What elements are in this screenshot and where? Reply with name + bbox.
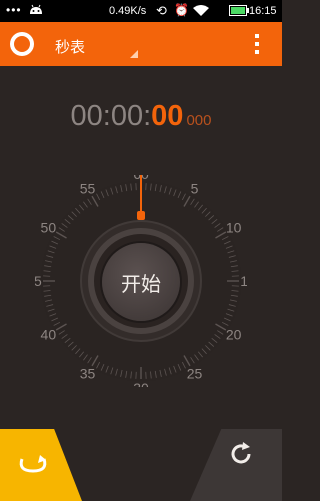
dial-label: 5 [191,180,199,196]
reset-button[interactable] [190,429,282,501]
start-button[interactable]: 开始 [102,243,180,321]
dial-label: 40 [41,327,57,343]
android-icon [30,4,42,14]
timer-centiseconds: 00 [151,100,184,132]
dropdown-indicator-icon[interactable] [130,50,138,58]
lap-icon [19,455,47,473]
battery-icon [229,5,249,16]
sync-icon: ⟲ [156,3,167,18]
timer-milliseconds: 000 [186,112,212,129]
dial-label: 10 [226,220,242,236]
timer-display: 00:00:00 000 [0,100,282,133]
lap-button[interactable] [0,429,82,501]
timer-hms: 00:00: [70,100,152,132]
page-title[interactable]: 秒表 [55,36,85,57]
dial-label: 15 [240,273,247,289]
network-speed: 0.49K/s [109,5,147,17]
overflow-menu-icon[interactable] [255,34,259,54]
dial-label: 25 [187,366,203,382]
app-logo-icon[interactable] [10,32,34,56]
dial-label: 30 [133,380,149,387]
notification-dots: ••• [6,3,22,17]
reset-icon [231,442,251,464]
app-bar: 秒表 [0,22,282,66]
dial-label: 50 [41,220,57,236]
dial-label: 35 [80,366,96,382]
dial-label: 55 [80,180,96,196]
dial-label: 20 [226,327,242,343]
wifi-icon [193,5,209,16]
status-bar: ••• 0.49K/s ⟲ ⏰ 16:15 [0,0,282,22]
dial-label: 45 [35,273,42,289]
status-time: 16:15 [249,5,277,17]
alarm-icon: ⏰ [174,3,189,17]
